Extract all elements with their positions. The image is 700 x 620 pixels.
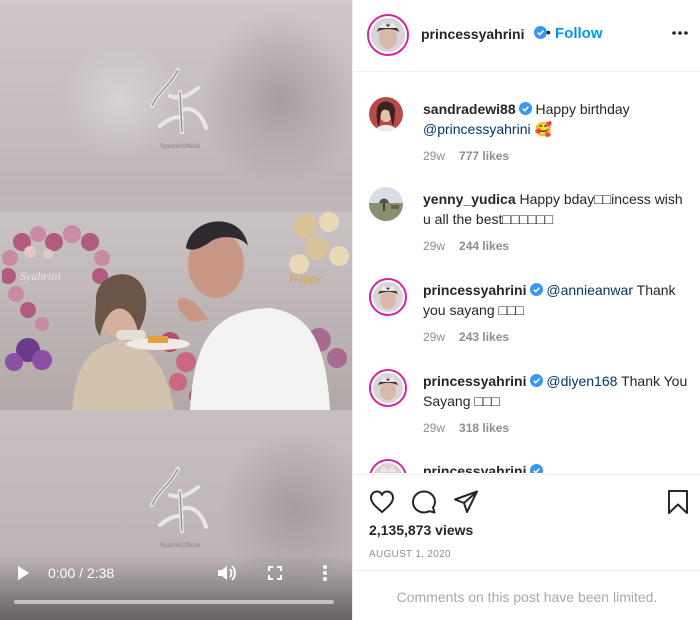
comment-username[interactable]: princessyahrini (423, 373, 527, 389)
heart-icon[interactable] (369, 489, 395, 515)
commenter-avatar[interactable] (369, 97, 403, 131)
comment-body: princessyahrini (423, 461, 691, 473)
comment-likes[interactable]: 777 likes (459, 149, 509, 163)
comment-time: 29w (423, 421, 446, 435)
video-time: 0:00 / 2:38 (48, 565, 115, 581)
svg-text:Syahrini: Syahrini (20, 269, 61, 283)
comment-meta: 29w 777 likes (423, 149, 509, 163)
verified-badge-icon (529, 283, 543, 296)
watermark-logo: SyahriniOfficial (150, 68, 208, 150)
background-blur (200, 10, 352, 190)
more-options-icon[interactable] (671, 30, 689, 36)
commenter-avatar-image (373, 282, 403, 312)
volume-icon[interactable] (216, 564, 236, 582)
video-player[interactable]: SyahriniOfficial Syahrini Happy Syahrini… (0, 0, 352, 620)
video-options-icon[interactable] (322, 564, 328, 582)
comment-time: 29w (423, 330, 446, 344)
view-count[interactable]: 2,135,873 views (369, 522, 473, 538)
comment-emoji: 🥰 (530, 121, 552, 137)
comment-body: sandradewi88 Happy birthday @princessyah… (423, 99, 691, 139)
commenter-avatar-image (373, 463, 403, 473)
comment-username[interactable]: princessyahrini (423, 463, 527, 473)
comment-time: 29w (423, 239, 446, 253)
comment-mention[interactable]: @princessyahrini (423, 121, 531, 137)
comment-likes[interactable]: 244 likes (459, 239, 509, 253)
commenter-avatar[interactable] (369, 369, 407, 407)
svg-text:SyahriniOfficial: SyahriniOfficial (160, 543, 200, 549)
follow-button[interactable]: Follow (555, 25, 603, 42)
comment-body: princessyahrini @annieanwar Thank you sa… (423, 280, 691, 320)
comment-bubble-icon[interactable] (411, 489, 437, 515)
follow-separator: • (546, 24, 551, 40)
comment-body: yenny_yudica Happy bday□□incess wish u a… (423, 189, 691, 229)
commenter-avatar-image (369, 97, 403, 131)
post-date[interactable]: AUGUST 1, 2020 (369, 549, 451, 560)
commenter-avatar[interactable] (369, 459, 407, 473)
commenter-avatar[interactable] (369, 187, 403, 221)
bookmark-icon[interactable] (665, 489, 691, 515)
author-username[interactable]: princessyahrini (421, 26, 525, 42)
comments-list: sandradewi88 Happy birthday @princessyah… (353, 73, 700, 473)
comment-username[interactable]: sandradewi88 (423, 101, 516, 117)
commenter-avatar-image (369, 187, 403, 221)
play-icon[interactable] (16, 565, 30, 581)
commenter-avatar-image (373, 373, 403, 403)
video-progress-bar[interactable] (14, 600, 334, 604)
video-frame: Syahrini Happy (0, 212, 352, 410)
comment-likes[interactable]: 318 likes (459, 421, 509, 435)
paper-plane-icon[interactable] (453, 489, 479, 515)
comment-username[interactable]: princessyahrini (423, 282, 527, 298)
fullscreen-icon[interactable] (268, 566, 282, 580)
post-actions: 2,135,873 views AUGUST 1, 2020 (353, 474, 700, 570)
comment-meta: 29w 243 likes (423, 330, 509, 344)
comment-username[interactable]: yenny_yudica (423, 191, 516, 207)
post-header: princessyahrini • Follow (353, 0, 700, 72)
comments-limited-notice: Comments on this post have been limited. (353, 570, 700, 620)
svg-text:SyahriniOfficial: SyahriniOfficial (160, 144, 200, 150)
author-avatar[interactable] (367, 14, 409, 56)
author-avatar-image (371, 18, 405, 52)
verified-badge-icon (529, 464, 543, 473)
verified-badge-icon (529, 374, 543, 387)
commenter-avatar[interactable] (369, 278, 407, 316)
comment-meta: 29w 318 likes (423, 421, 509, 435)
comment-body: princessyahrini @diyen168 Thank You Saya… (423, 371, 691, 411)
watermark-logo: SyahriniOfficial (150, 467, 208, 549)
man-figure (177, 221, 330, 410)
verified-badge-icon (518, 102, 532, 115)
comment-meta: 29w 244 likes (423, 239, 509, 253)
comment-mention[interactable]: @diyen168 (546, 373, 617, 389)
post-panel: princessyahrini • Follow sandradewi88 Ha… (352, 0, 700, 620)
comment-likes[interactable]: 243 likes (459, 330, 509, 344)
comment-time: 29w (423, 149, 446, 163)
comment-text: Happy birthday (535, 101, 630, 117)
comment-mention[interactable]: @annieanwar (546, 282, 633, 298)
